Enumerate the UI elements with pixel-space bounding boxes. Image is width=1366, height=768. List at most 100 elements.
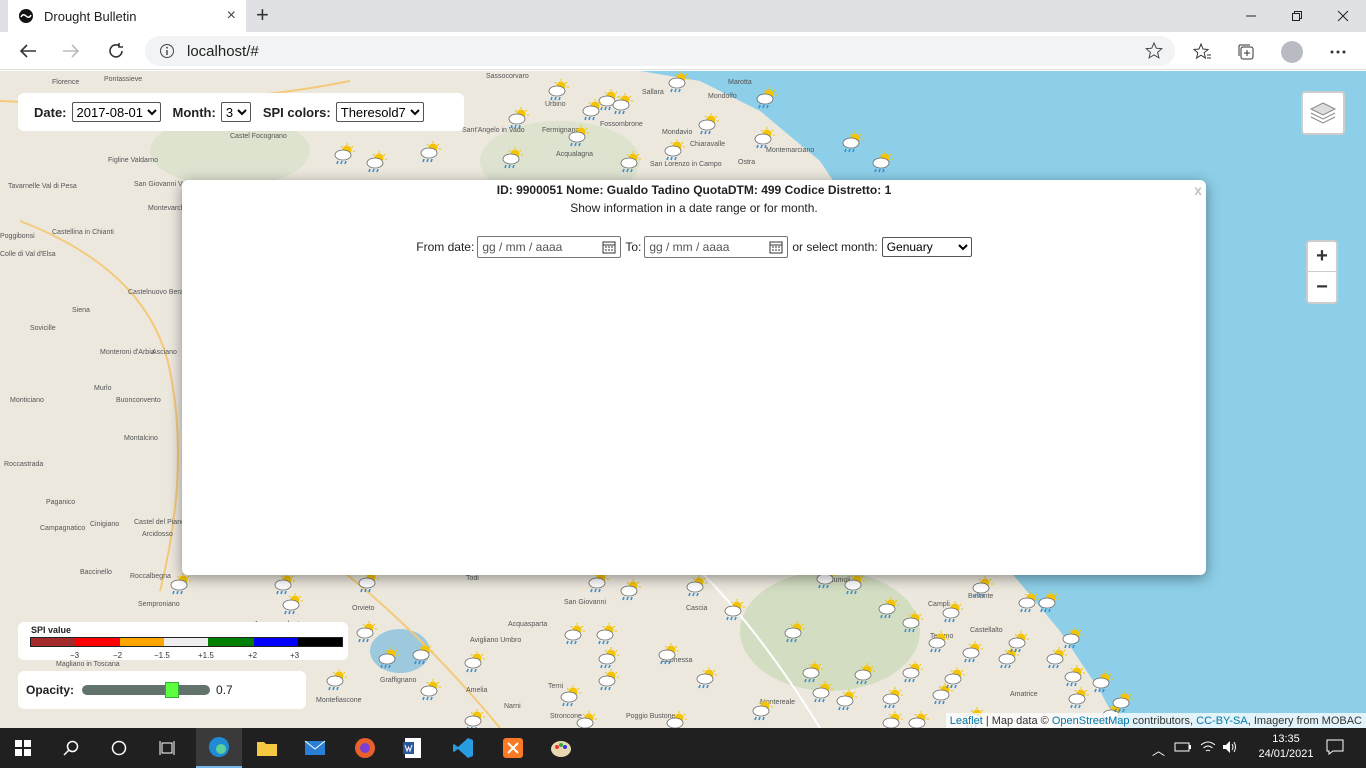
tab-close-icon[interactable]: × xyxy=(227,7,236,25)
vscode-icon[interactable] xyxy=(440,728,486,768)
weather-marker-icon[interactable] xyxy=(970,576,996,600)
weather-marker-icon[interactable] xyxy=(906,711,932,728)
weather-marker-icon[interactable] xyxy=(876,597,902,621)
popup-month-select[interactable]: Genuary xyxy=(881,237,972,257)
profile-avatar[interactable] xyxy=(1281,41,1303,63)
weather-marker-icon[interactable] xyxy=(500,147,526,171)
weather-marker-icon[interactable] xyxy=(880,711,906,728)
word-icon[interactable] xyxy=(390,728,436,768)
weather-marker-icon[interactable] xyxy=(870,151,896,175)
weather-marker-icon[interactable] xyxy=(754,87,780,111)
weather-marker-icon[interactable] xyxy=(580,99,606,123)
favorites-icon[interactable] xyxy=(1191,41,1213,63)
weather-marker-icon[interactable] xyxy=(418,679,444,703)
weather-marker-icon[interactable] xyxy=(662,139,688,163)
weather-marker-icon[interactable] xyxy=(840,131,866,155)
paint-icon[interactable] xyxy=(538,728,584,768)
weather-marker-icon[interactable] xyxy=(364,151,390,175)
battery-icon[interactable] xyxy=(1174,741,1192,753)
task-view-icon[interactable] xyxy=(144,728,190,768)
notifications-icon[interactable] xyxy=(1326,739,1344,755)
weather-marker-icon[interactable] xyxy=(558,685,584,709)
weather-marker-icon[interactable] xyxy=(940,601,966,625)
weather-marker-icon[interactable] xyxy=(506,107,532,131)
weather-marker-icon[interactable] xyxy=(960,641,986,665)
add-favorite-icon[interactable] xyxy=(1145,42,1163,60)
opacity-slider-thumb[interactable] xyxy=(164,682,179,698)
weather-marker-icon[interactable] xyxy=(332,143,358,167)
restore-icon[interactable] xyxy=(1274,0,1320,32)
weather-marker-icon[interactable] xyxy=(656,643,682,667)
weather-marker-icon[interactable] xyxy=(1066,687,1092,711)
weather-marker-icon[interactable] xyxy=(900,611,926,635)
tray-chevron-icon[interactable]: ︿ xyxy=(1152,740,1165,759)
weather-marker-icon[interactable] xyxy=(842,573,868,597)
weather-marker-icon[interactable] xyxy=(880,687,906,711)
leaflet-link[interactable]: Leaflet xyxy=(950,715,983,727)
map-view[interactable]: Florence Pontassieve Figline Valdarno San G… xyxy=(0,71,1366,728)
zoom-out-button[interactable]: − xyxy=(1308,272,1336,302)
address-bar[interactable]: localhost/# xyxy=(145,36,1175,66)
edge-icon[interactable] xyxy=(196,728,242,768)
weather-marker-icon[interactable] xyxy=(280,593,306,617)
weather-marker-icon[interactable] xyxy=(376,647,402,671)
new-tab-button[interactable]: + xyxy=(256,4,269,26)
weather-marker-icon[interactable] xyxy=(1006,631,1032,655)
wifi-icon[interactable] xyxy=(1200,740,1216,754)
start-icon[interactable] xyxy=(0,728,46,768)
zoom-in-button[interactable]: + xyxy=(1308,242,1336,272)
weather-marker-icon[interactable] xyxy=(696,113,722,137)
weather-marker-icon[interactable] xyxy=(942,667,968,691)
layers-control-button[interactable] xyxy=(1301,91,1345,135)
weather-marker-icon[interactable] xyxy=(852,663,878,687)
weather-marker-icon[interactable] xyxy=(354,621,380,645)
xampp-icon[interactable] xyxy=(490,728,536,768)
weather-marker-icon[interactable] xyxy=(834,689,860,713)
weather-marker-icon[interactable] xyxy=(722,599,748,623)
from-date-input[interactable]: gg / mm / aaaa xyxy=(477,236,622,258)
weather-marker-icon[interactable] xyxy=(594,623,620,647)
weather-marker-icon[interactable] xyxy=(418,141,444,165)
minimize-icon[interactable] xyxy=(1228,0,1274,32)
weather-marker-icon[interactable] xyxy=(750,699,776,723)
weather-marker-icon[interactable] xyxy=(782,621,808,645)
weather-marker-icon[interactable] xyxy=(410,643,436,667)
cortana-icon[interactable] xyxy=(96,728,142,768)
license-link[interactable]: CC-BY-SA xyxy=(1196,715,1248,727)
opacity-slider[interactable] xyxy=(82,682,211,698)
weather-marker-icon[interactable] xyxy=(596,647,622,671)
weather-marker-icon[interactable] xyxy=(324,669,350,693)
forward-icon[interactable] xyxy=(58,39,84,63)
weather-marker-icon[interactable] xyxy=(546,79,572,103)
weather-marker-icon[interactable] xyxy=(684,575,710,599)
weather-marker-icon[interactable] xyxy=(462,709,488,728)
weather-marker-icon[interactable] xyxy=(618,151,644,175)
weather-marker-icon[interactable] xyxy=(1016,591,1042,615)
close-icon[interactable] xyxy=(1320,0,1366,32)
weather-marker-icon[interactable] xyxy=(610,93,636,117)
weather-marker-icon[interactable] xyxy=(596,669,622,693)
explorer-icon[interactable] xyxy=(244,728,290,768)
weather-marker-icon[interactable] xyxy=(618,579,644,603)
firefox-icon[interactable] xyxy=(342,728,388,768)
weather-marker-icon[interactable] xyxy=(926,631,952,655)
date-select[interactable]: 2017-08-01 xyxy=(71,102,161,122)
search-icon[interactable] xyxy=(48,728,94,768)
spi-colors-select[interactable]: Theresold7 xyxy=(335,102,424,122)
collections-icon[interactable] xyxy=(1235,41,1257,63)
refresh-icon[interactable] xyxy=(103,39,129,63)
weather-marker-icon[interactable] xyxy=(694,667,720,691)
calendar-icon[interactable] xyxy=(602,240,616,254)
weather-marker-icon[interactable] xyxy=(168,573,194,597)
browser-tab[interactable]: Drought Bulletin × xyxy=(8,0,246,32)
calendar-icon[interactable] xyxy=(769,240,783,254)
system-clock[interactable]: 13:35 24/01/2021 xyxy=(1252,732,1320,762)
weather-marker-icon[interactable] xyxy=(562,623,588,647)
osm-link[interactable]: OpenStreetMap xyxy=(1052,715,1130,727)
weather-marker-icon[interactable] xyxy=(900,661,926,685)
weather-marker-icon[interactable] xyxy=(1062,665,1088,689)
weather-marker-icon[interactable] xyxy=(574,711,600,728)
volume-icon[interactable] xyxy=(1222,740,1238,754)
weather-marker-icon[interactable] xyxy=(566,125,592,149)
to-date-input[interactable]: gg / mm / aaaa xyxy=(644,236,789,258)
